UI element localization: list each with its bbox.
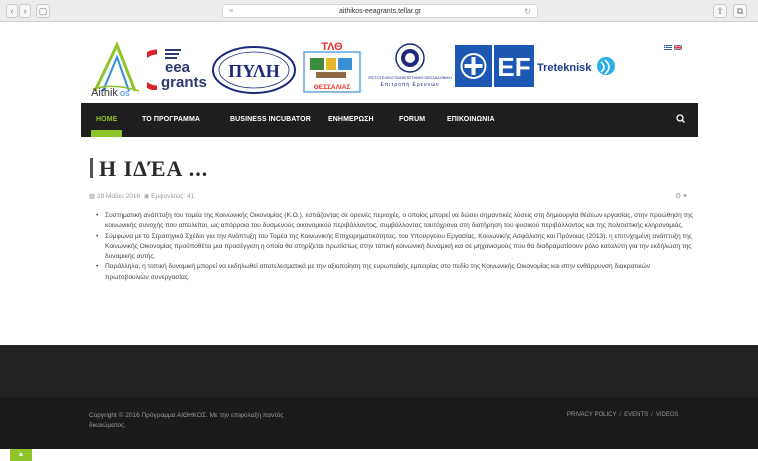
browser-toolbar: ‹ › ▢ ≡ aithikos-eeagrants.tellar.gr ↻ ⇧… — [0, 0, 758, 22]
footer-widgets — [0, 345, 758, 397]
back-icon[interactable]: ‹ — [6, 4, 18, 18]
eye-icon: ◉ — [143, 193, 150, 200]
svg-text:ΠΥΛΗ: ΠΥΛΗ — [228, 61, 280, 81]
back-to-top-button[interactable]: ▲ — [10, 449, 32, 461]
url-text: aithikos-eeagrants.tellar.gr — [338, 8, 422, 15]
address-bar[interactable]: ≡ aithikos-eeagrants.tellar.gr ↻ — [222, 4, 538, 18]
footer-link-privacy[interactable]: PRIVACY POLICY — [567, 412, 616, 418]
svg-text:Επιτροπή Ερευνών: Επιτροπή Ερευνών — [380, 81, 439, 88]
svg-text:Treteknisk: Treteknisk — [537, 62, 592, 74]
svg-text:grants: grants — [161, 74, 207, 90]
title-accent-bar — [90, 158, 93, 178]
page-title: Η ΙΔΈΑ ... — [99, 156, 209, 181]
calendar-icon: ▦ — [89, 193, 96, 200]
greek-flag-icon[interactable] — [664, 45, 672, 50]
nav-item-home[interactable]: HOME — [96, 103, 117, 137]
svg-text:EF: EF — [497, 52, 530, 82]
reload-icon[interactable]: ↻ — [524, 5, 531, 18]
article-bullets: Συστηματική ανάπτυξη του τομέα της Κοινω… — [95, 211, 695, 283]
article-date: 28 Μαΐου 2016 — [96, 193, 141, 200]
eea-grants-logo[interactable]: eea grants — [136, 46, 209, 91]
forward-icon[interactable]: › — [19, 4, 31, 18]
svg-text:ΤΛΘ: ΤΛΘ — [321, 41, 343, 53]
page-bottom — [0, 449, 758, 461]
nav-item-forum[interactable]: FORUM — [399, 103, 425, 137]
list-item: Παράλληλα, η τοπική δυναμική μπορεί να ε… — [95, 262, 695, 283]
list-item: Σύμφωνα με το Στρατηγικό Σχέδιο για την … — [95, 232, 695, 263]
thessalia-logo[interactable]: ΤΛΘ ΘΕΣΣΑΛΙΑΣ — [302, 38, 362, 94]
article-views: Εμφανίσεις: 41 — [151, 193, 195, 200]
tabs-icon[interactable]: ⧉ — [733, 4, 747, 18]
svg-text:Aithik: Aithik — [91, 87, 118, 97]
treteknisk-logo[interactable]: Treteknisk — [537, 52, 617, 82]
university-logo[interactable]: ΑΡΙΣΤΟΤΕΛΕΙΟ ΠΑΝΕΠΙΣΤΗΜΙΟ ΘΕΣΣΑΛΟΝΙΚΗΣ Ε… — [366, 42, 455, 94]
article-meta: ▦ 28 Μαΐου 2016 ◉ Εμφανίσεις: 41 — [89, 192, 194, 200]
copyright-text: Copyright © 2016 Πρόγραμμα ΑΙΘΗΚΟΣ. Με τ… — [89, 412, 284, 429]
sidebar-icon[interactable]: ▢ — [36, 4, 50, 18]
svg-text:ΑΡΙΣΤΟΤΕΛΕΙΟ ΠΑΝΕΠΙΣΤΗΜΙΟ ΘΕΣΣ: ΑΡΙΣΤΟΤΕΛΕΙΟ ΠΑΝΕΠΙΣΤΗΜΙΟ ΘΕΣΣΑΛΟΝΙΚΗΣ — [368, 76, 452, 80]
language-switcher — [664, 45, 682, 50]
nav-item-business-incubator[interactable]: BUSINESS INCUBATOR — [230, 103, 311, 137]
uk-flag-icon[interactable] — [674, 45, 682, 50]
footer-links: PRIVACY POLICY / EVENTS / VIDEOS — [567, 412, 679, 418]
list-item: Συστηματική ανάπτυξη του τομέα της Κοινω… — [95, 211, 695, 232]
nav-item-programme[interactable]: ΤΟ ΠΡΟΓΡΑΜΜΑ — [142, 103, 200, 137]
footer-link-videos[interactable]: VIDEOS — [656, 412, 679, 418]
search-icon[interactable] — [672, 110, 690, 128]
nav-item-contact[interactable]: ΕΠΙΚΟΙΝΩΝΙΑ — [447, 103, 495, 137]
greece-ef-logo[interactable]: EF — [455, 45, 534, 87]
aithikos-logo[interactable]: Aithik os — [89, 39, 141, 99]
svg-text:ΘΕΣΣΑΛΙΑΣ: ΘΕΣΣΑΛΙΑΣ — [314, 84, 351, 91]
share-icon[interactable]: ⇧ — [713, 4, 727, 18]
svg-text:os: os — [120, 88, 130, 97]
nav-item-news[interactable]: ΕΝΗΜΕΡΩΣΗ — [328, 103, 374, 137]
gear-icon[interactable]: ⚙ ▾ — [675, 192, 687, 200]
pyli-logo[interactable]: ΠΥΛΗ — [211, 45, 297, 95]
footer-link-events[interactable]: EVENTS — [624, 412, 648, 418]
